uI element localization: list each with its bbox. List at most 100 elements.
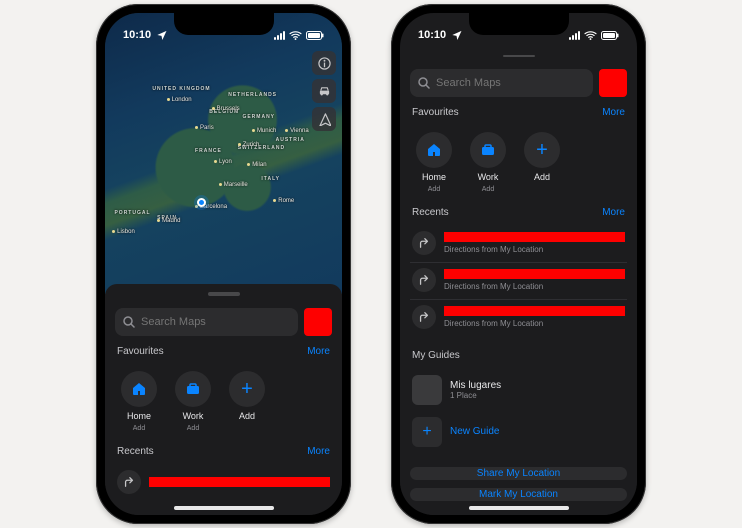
recent-item[interactable]: Directions from My Location bbox=[410, 300, 627, 336]
recent-subtitle: Directions from My Location bbox=[444, 319, 625, 328]
recents-header: Recents bbox=[117, 446, 154, 457]
directions-icon bbox=[117, 470, 141, 494]
map-city-label[interactable]: Brussels bbox=[212, 106, 240, 112]
location-services-icon bbox=[450, 30, 463, 40]
map-country-label: FRANCE bbox=[195, 148, 222, 154]
map-info-button[interactable] bbox=[312, 51, 336, 75]
recents-more-link[interactable]: More bbox=[602, 207, 625, 218]
sheet-grabber[interactable] bbox=[208, 292, 240, 296]
map-country-label: ITALY bbox=[261, 176, 280, 182]
recents-list: Directions from My Location Directions fr… bbox=[410, 226, 627, 336]
map-city-label[interactable]: Vienna bbox=[285, 128, 309, 134]
search-icon bbox=[418, 77, 430, 89]
screen-search-sheet: 10:10 Favourites More Ho bbox=[400, 13, 637, 515]
guide-name: Mis lugares bbox=[450, 380, 501, 391]
directions-icon bbox=[412, 305, 436, 329]
map-city-label[interactable]: Zurich bbox=[238, 142, 260, 148]
plus-icon: + bbox=[412, 417, 442, 447]
home-indicator[interactable] bbox=[469, 506, 569, 510]
favourite-sublabel: Add bbox=[482, 186, 494, 193]
location-services-icon bbox=[155, 30, 168, 40]
device-notch bbox=[174, 13, 274, 35]
profile-avatar-redacted[interactable] bbox=[304, 308, 332, 336]
share-location-button[interactable]: Share My Location bbox=[410, 467, 627, 480]
map-city-label[interactable]: Marseille bbox=[219, 182, 248, 188]
device-notch bbox=[469, 13, 569, 35]
guide-count: 1 Place bbox=[450, 391, 501, 400]
plus-icon: + bbox=[229, 371, 265, 407]
recent-title-redacted bbox=[444, 232, 625, 242]
map-city-label[interactable]: Madrid bbox=[157, 218, 180, 224]
search-icon bbox=[123, 316, 135, 328]
recent-item[interactable]: Directions from My Location bbox=[410, 226, 627, 263]
recent-title-redacted bbox=[149, 477, 330, 487]
map-country-label: UNITED KINGDOM bbox=[152, 86, 210, 92]
favourite-label: Add bbox=[239, 411, 255, 421]
home-icon bbox=[121, 371, 157, 407]
map-country-label: PORTUGAL bbox=[114, 210, 150, 216]
favourite-sublabel: Add bbox=[133, 425, 145, 432]
favourite-briefcase[interactable]: WorkAdd bbox=[468, 132, 508, 193]
briefcase-icon bbox=[470, 132, 506, 168]
map-country-label: NETHERLANDS bbox=[228, 92, 277, 98]
profile-avatar-redacted[interactable] bbox=[599, 69, 627, 97]
search-input[interactable] bbox=[436, 77, 585, 89]
search-field[interactable] bbox=[410, 69, 593, 97]
favourite-home[interactable]: Home Add bbox=[414, 132, 454, 193]
search-input[interactable] bbox=[141, 316, 290, 328]
favourite-home[interactable]: Home Add bbox=[119, 371, 159, 432]
favourites-row: HomeAddWorkAdd+Add bbox=[115, 365, 332, 436]
home-indicator[interactable] bbox=[174, 506, 274, 510]
favourites-more-link[interactable]: More bbox=[307, 346, 330, 357]
guides-header: My Guides bbox=[412, 350, 460, 361]
sheet-grabber[interactable] bbox=[503, 55, 535, 57]
favourite-label: Add bbox=[534, 172, 550, 182]
map-city-label[interactable]: Lisbon bbox=[112, 229, 135, 235]
map-city-label[interactable]: London bbox=[167, 97, 192, 103]
favourites-header: Favourites bbox=[412, 107, 459, 118]
favourite-briefcase[interactable]: WorkAdd bbox=[173, 371, 213, 432]
map-city-label[interactable]: Milan bbox=[247, 162, 266, 168]
recents-header: Recents bbox=[412, 207, 449, 218]
recent-subtitle: Directions from My Location bbox=[444, 282, 625, 291]
recent-subtitle: Directions from My Location bbox=[444, 245, 625, 254]
cellular-icon bbox=[569, 31, 580, 40]
briefcase-icon bbox=[175, 371, 211, 407]
favourite-label: Home bbox=[127, 411, 151, 421]
new-guide-button[interactable]: + New Guide bbox=[410, 411, 627, 453]
favourite-label: Home bbox=[422, 172, 446, 182]
expanded-sheet[interactable]: Favourites More HomeAddWorkAdd+Add Recen… bbox=[400, 47, 637, 515]
bottom-sheet[interactable]: Favourites More HomeAddWorkAdd+Add Recen… bbox=[105, 284, 342, 515]
recent-title-redacted bbox=[444, 306, 625, 316]
battery-icon bbox=[306, 31, 324, 40]
favourites-header: Favourites bbox=[117, 346, 164, 357]
recent-item[interactable] bbox=[115, 465, 332, 501]
favourite-sublabel: Add bbox=[187, 425, 199, 432]
map-mode-button[interactable] bbox=[312, 79, 336, 103]
directions-icon bbox=[412, 268, 436, 292]
recents-more-link[interactable]: More bbox=[307, 446, 330, 457]
map-city-label[interactable]: Lyon bbox=[214, 159, 232, 165]
map-canvas[interactable]: NORWAYUNITED KINGDOMNETHERLANDSGERMANYBE… bbox=[105, 13, 342, 294]
favourite-plus[interactable]: + Add bbox=[227, 371, 267, 432]
mark-location-button[interactable]: Mark My Location bbox=[410, 488, 627, 501]
guide-item[interactable]: Mis lugares 1 Place bbox=[410, 369, 627, 411]
favourites-more-link[interactable]: More bbox=[602, 107, 625, 118]
recent-item[interactable]: Directions from My Location bbox=[410, 263, 627, 300]
favourites-row: HomeAddWorkAdd+Add bbox=[410, 126, 627, 197]
map-city-label[interactable]: Paris bbox=[195, 125, 214, 131]
cellular-icon bbox=[274, 31, 285, 40]
map-locate-button[interactable] bbox=[312, 107, 336, 131]
map-city-label[interactable]: Rome bbox=[273, 198, 294, 204]
guide-thumbnail bbox=[412, 375, 442, 405]
phone-right: 10:10 Favourites More Ho bbox=[391, 4, 646, 524]
favourite-sublabel: Add bbox=[428, 186, 440, 193]
wifi-icon bbox=[289, 30, 302, 40]
screen-map-view: 10:10 NORWAYUNITED KINGDOMNETHERLANDSGER… bbox=[105, 13, 342, 515]
battery-icon bbox=[601, 31, 619, 40]
search-field[interactable] bbox=[115, 308, 298, 336]
favourite-plus[interactable]: +Add bbox=[522, 132, 562, 193]
map-country-label: GERMANY bbox=[242, 114, 275, 120]
map-city-label[interactable]: Munich bbox=[252, 128, 276, 134]
map-country-label: AUSTRIA bbox=[276, 137, 305, 143]
